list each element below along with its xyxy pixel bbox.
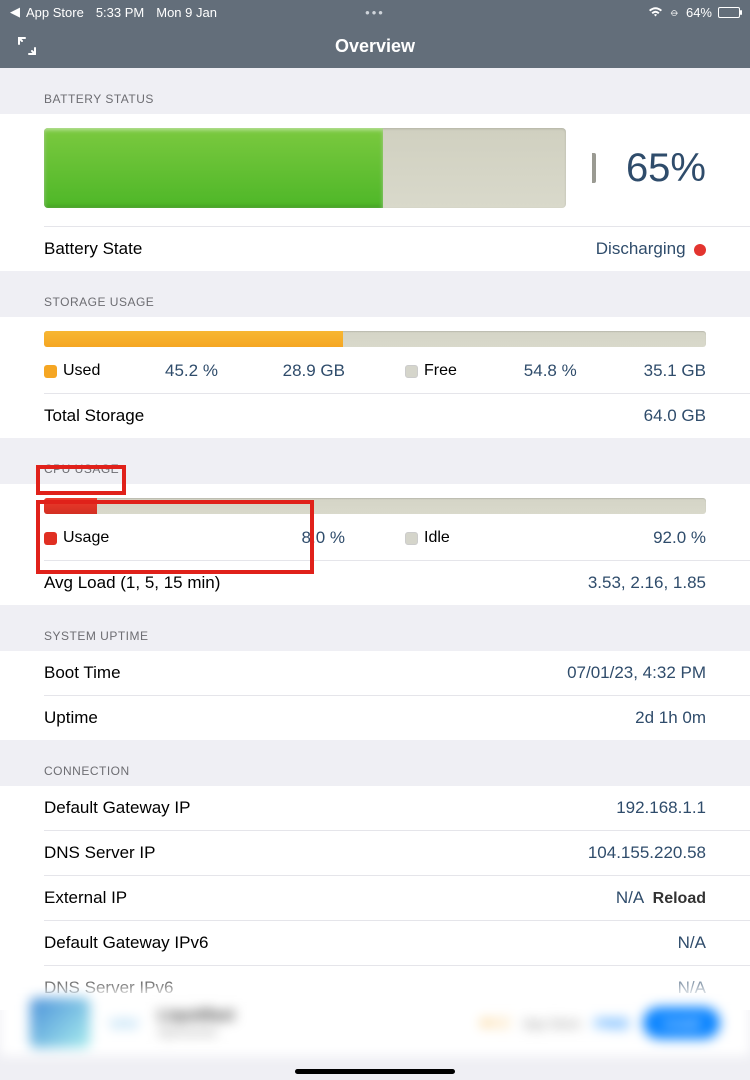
storage-free-label: Free	[424, 362, 457, 380]
battery-graphic	[44, 128, 566, 208]
battery-percent-text: 65%	[626, 146, 706, 191]
storage-bar-fill	[44, 331, 343, 347]
boot-time-value: 07/01/23, 4:32 PM	[567, 663, 706, 683]
back-app-label[interactable]: App Store	[26, 5, 84, 20]
section-connection-label: CONNECTION	[0, 740, 750, 786]
storage-used-label: Used	[63, 362, 100, 380]
expand-icon[interactable]	[16, 35, 38, 57]
page-header: Overview	[0, 24, 750, 68]
ad-banner[interactable]: 〰 LiquidfastSponsored ★4.2 App Store FRE…	[0, 990, 750, 1056]
section-uptime-label: SYSTEM UPTIME	[0, 605, 750, 651]
storage-used-size: 28.9 GB	[283, 361, 345, 381]
cpu-usage-swatch-icon	[44, 532, 57, 545]
uptime-value: 2d 1h 0m	[635, 708, 706, 728]
external-ip-label: External IP	[44, 888, 127, 908]
battery-state-value: Discharging	[596, 239, 686, 258]
battery-tip	[592, 153, 596, 183]
section-battery-label: BATTERY STATUS	[0, 68, 750, 114]
ad-thumb-icon	[30, 998, 90, 1048]
total-storage-label: Total Storage	[44, 406, 144, 426]
cpu-bar	[44, 498, 706, 514]
storage-card: Used 45.2 % 28.9 GB Free 54.8 % 35.1 GB …	[0, 317, 750, 438]
uptime-label: Uptime	[44, 708, 98, 728]
dns-ip-label: DNS Server IP	[44, 843, 155, 863]
battery-state-label: Battery State	[44, 239, 142, 259]
battery-icon	[718, 7, 740, 18]
status-date: Mon 9 Jan	[156, 5, 217, 20]
storage-free-size: 35.1 GB	[644, 361, 706, 381]
discharging-dot-icon	[694, 244, 706, 256]
reload-button[interactable]: Reload	[653, 890, 706, 907]
battery-card: 65% Battery State Discharging	[0, 114, 750, 271]
section-storage-label: STORAGE USAGE	[0, 271, 750, 317]
cpu-usage-label: Usage	[63, 529, 109, 547]
storage-used-pct: 45.2 %	[165, 361, 218, 381]
back-app-caret-icon[interactable]: ◀	[10, 4, 20, 20]
external-ip-value: N/A	[616, 888, 644, 907]
free-swatch-icon	[405, 365, 418, 378]
cpu-bar-fill	[44, 498, 97, 514]
battery-fill	[44, 128, 383, 208]
section-cpu-label: CPU USAGE	[0, 438, 750, 484]
status-battery-pct: 64%	[686, 5, 712, 20]
cpu-idle-text: 92.0 %	[653, 528, 706, 548]
uptime-card: Boot Time 07/01/23, 4:32 PM Uptime 2d 1h…	[0, 651, 750, 740]
cpu-usage-text: 8.0 %	[302, 528, 345, 548]
cpu-idle-label: Idle	[424, 529, 450, 547]
total-storage-value: 64.0 GB	[644, 406, 706, 426]
gateway-ipv6-label: Default Gateway IPv6	[44, 933, 208, 953]
page-title: Overview	[335, 36, 415, 57]
avg-load-value: 3.53, 2.16, 1.85	[588, 573, 706, 593]
status-time: 5:33 PM	[96, 5, 144, 20]
storage-free-pct: 54.8 %	[524, 361, 577, 381]
orientation-lock-icon: ⦵	[669, 4, 680, 20]
multitask-dots-icon[interactable]: •••	[365, 5, 385, 20]
cpu-idle-swatch-icon	[405, 532, 418, 545]
boot-time-label: Boot Time	[44, 663, 121, 683]
gateway-ip-value: 192.168.1.1	[616, 798, 706, 818]
wifi-icon	[648, 5, 663, 20]
home-indicator[interactable]	[295, 1069, 455, 1074]
avg-load-label: Avg Load (1, 5, 15 min)	[44, 573, 220, 593]
ad-app-icon: 〰	[104, 1003, 144, 1043]
storage-bar	[44, 331, 706, 347]
dns-ip-value: 104.155.220.58	[588, 843, 706, 863]
used-swatch-icon	[44, 365, 57, 378]
ad-install-button[interactable]: Install	[643, 1007, 720, 1039]
connection-card: Default Gateway IP 192.168.1.1 DNS Serve…	[0, 786, 750, 1010]
status-bar: ◀ App Store 5:33 PM Mon 9 Jan ••• ⦵ 64%	[0, 0, 750, 24]
gateway-ipv6-value: N/A	[678, 933, 706, 953]
gateway-ip-label: Default Gateway IP	[44, 798, 190, 818]
cpu-card: Usage 8.0 % Idle 92.0 % Avg Load (1, 5, …	[0, 484, 750, 605]
